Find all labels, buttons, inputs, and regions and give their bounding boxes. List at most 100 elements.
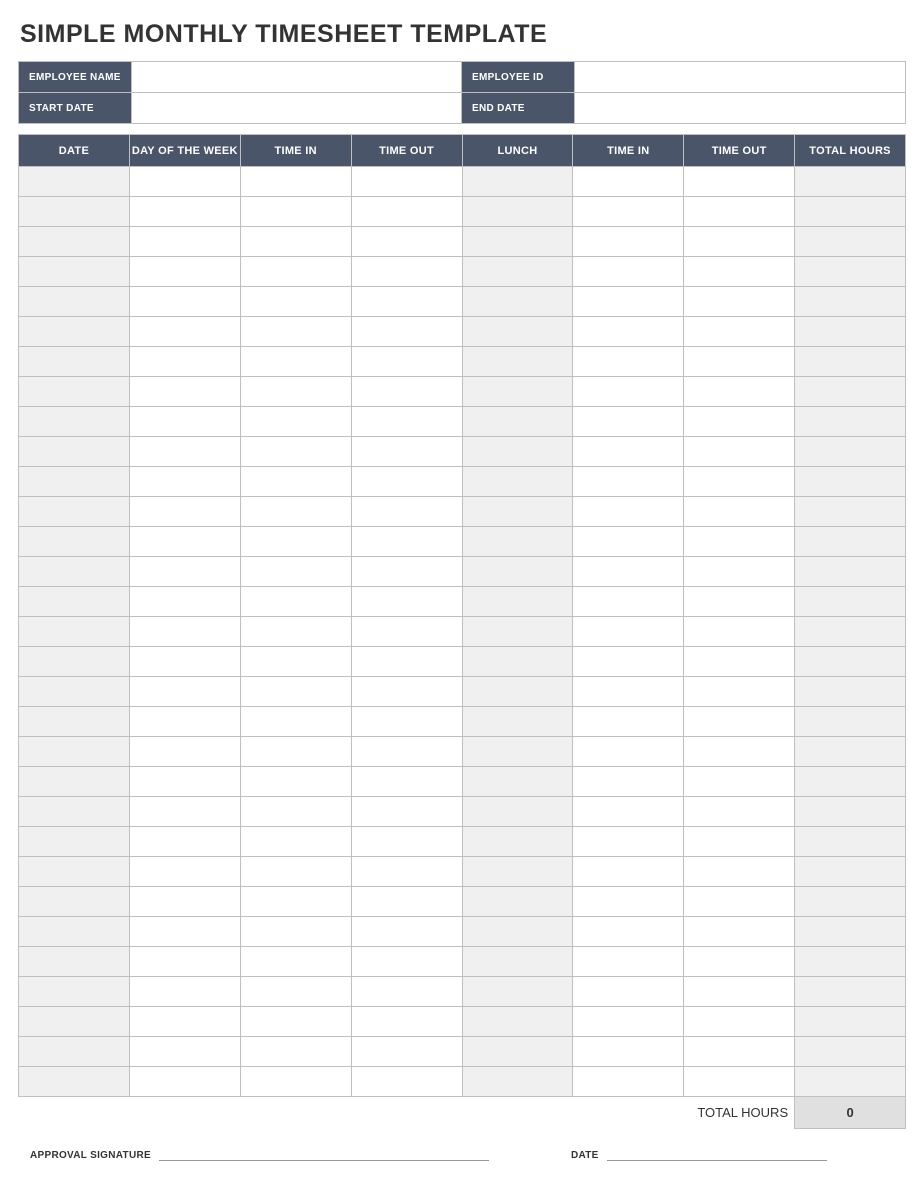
cell-in1[interactable] (240, 677, 351, 707)
cell-lunch[interactable] (462, 587, 573, 617)
cell-total[interactable] (795, 587, 906, 617)
cell-in2[interactable] (573, 827, 684, 857)
cell-day[interactable] (129, 1007, 240, 1037)
cell-day[interactable] (129, 647, 240, 677)
cell-out1[interactable] (351, 1067, 462, 1097)
cell-in2[interactable] (573, 917, 684, 947)
cell-total[interactable] (795, 467, 906, 497)
cell-date[interactable] (19, 467, 130, 497)
cell-out2[interactable] (684, 1037, 795, 1067)
cell-in1[interactable] (240, 587, 351, 617)
cell-lunch[interactable] (462, 467, 573, 497)
cell-lunch[interactable] (462, 887, 573, 917)
cell-total[interactable] (795, 617, 906, 647)
cell-in1[interactable] (240, 737, 351, 767)
cell-in1[interactable] (240, 557, 351, 587)
cell-out1[interactable] (351, 197, 462, 227)
cell-day[interactable] (129, 347, 240, 377)
cell-in1[interactable] (240, 287, 351, 317)
cell-in1[interactable] (240, 167, 351, 197)
cell-in1[interactable] (240, 1007, 351, 1037)
cell-date[interactable] (19, 947, 130, 977)
cell-in1[interactable] (240, 647, 351, 677)
cell-in1[interactable] (240, 227, 351, 257)
cell-lunch[interactable] (462, 227, 573, 257)
employee-id-value[interactable] (575, 62, 906, 93)
cell-total[interactable] (795, 317, 906, 347)
cell-in1[interactable] (240, 467, 351, 497)
cell-lunch[interactable] (462, 737, 573, 767)
cell-total[interactable] (795, 527, 906, 557)
cell-out1[interactable] (351, 767, 462, 797)
cell-date[interactable] (19, 767, 130, 797)
cell-day[interactable] (129, 287, 240, 317)
cell-out2[interactable] (684, 947, 795, 977)
cell-lunch[interactable] (462, 347, 573, 377)
cell-day[interactable] (129, 617, 240, 647)
cell-lunch[interactable] (462, 617, 573, 647)
cell-lunch[interactable] (462, 1007, 573, 1037)
cell-lunch[interactable] (462, 767, 573, 797)
cell-date[interactable] (19, 677, 130, 707)
cell-in2[interactable] (573, 347, 684, 377)
cell-lunch[interactable] (462, 527, 573, 557)
cell-out2[interactable] (684, 257, 795, 287)
cell-out2[interactable] (684, 977, 795, 1007)
cell-day[interactable] (129, 917, 240, 947)
cell-day[interactable] (129, 257, 240, 287)
cell-lunch[interactable] (462, 407, 573, 437)
cell-out1[interactable] (351, 347, 462, 377)
cell-in2[interactable] (573, 977, 684, 1007)
cell-in2[interactable] (573, 797, 684, 827)
cell-date[interactable] (19, 917, 130, 947)
cell-out2[interactable] (684, 767, 795, 797)
cell-total[interactable] (795, 827, 906, 857)
cell-date[interactable] (19, 737, 130, 767)
cell-total[interactable] (795, 977, 906, 1007)
cell-total[interactable] (795, 227, 906, 257)
cell-lunch[interactable] (462, 377, 573, 407)
cell-out1[interactable] (351, 977, 462, 1007)
cell-date[interactable] (19, 407, 130, 437)
cell-total[interactable] (795, 797, 906, 827)
cell-total[interactable] (795, 887, 906, 917)
cell-total[interactable] (795, 917, 906, 947)
cell-out1[interactable] (351, 407, 462, 437)
cell-out2[interactable] (684, 647, 795, 677)
cell-date[interactable] (19, 1007, 130, 1037)
cell-lunch[interactable] (462, 257, 573, 287)
cell-total[interactable] (795, 677, 906, 707)
cell-day[interactable] (129, 467, 240, 497)
cell-out1[interactable] (351, 317, 462, 347)
start-date-value[interactable] (132, 93, 462, 124)
cell-date[interactable] (19, 377, 130, 407)
cell-day[interactable] (129, 1037, 240, 1067)
cell-out1[interactable] (351, 467, 462, 497)
cell-lunch[interactable] (462, 707, 573, 737)
cell-out2[interactable] (684, 437, 795, 467)
cell-in2[interactable] (573, 617, 684, 647)
cell-in1[interactable] (240, 1037, 351, 1067)
cell-out1[interactable] (351, 677, 462, 707)
cell-total[interactable] (795, 557, 906, 587)
cell-in1[interactable] (240, 707, 351, 737)
cell-in2[interactable] (573, 767, 684, 797)
cell-out1[interactable] (351, 587, 462, 617)
cell-in2[interactable] (573, 677, 684, 707)
cell-out1[interactable] (351, 1037, 462, 1067)
cell-day[interactable] (129, 557, 240, 587)
cell-lunch[interactable] (462, 557, 573, 587)
cell-out2[interactable] (684, 737, 795, 767)
cell-out2[interactable] (684, 1007, 795, 1037)
cell-out1[interactable] (351, 437, 462, 467)
cell-out2[interactable] (684, 797, 795, 827)
cell-out1[interactable] (351, 647, 462, 677)
date-line[interactable] (607, 1147, 827, 1161)
cell-date[interactable] (19, 347, 130, 377)
cell-in2[interactable] (573, 737, 684, 767)
cell-date[interactable] (19, 257, 130, 287)
cell-total[interactable] (795, 197, 906, 227)
cell-day[interactable] (129, 407, 240, 437)
cell-out2[interactable] (684, 467, 795, 497)
cell-day[interactable] (129, 857, 240, 887)
